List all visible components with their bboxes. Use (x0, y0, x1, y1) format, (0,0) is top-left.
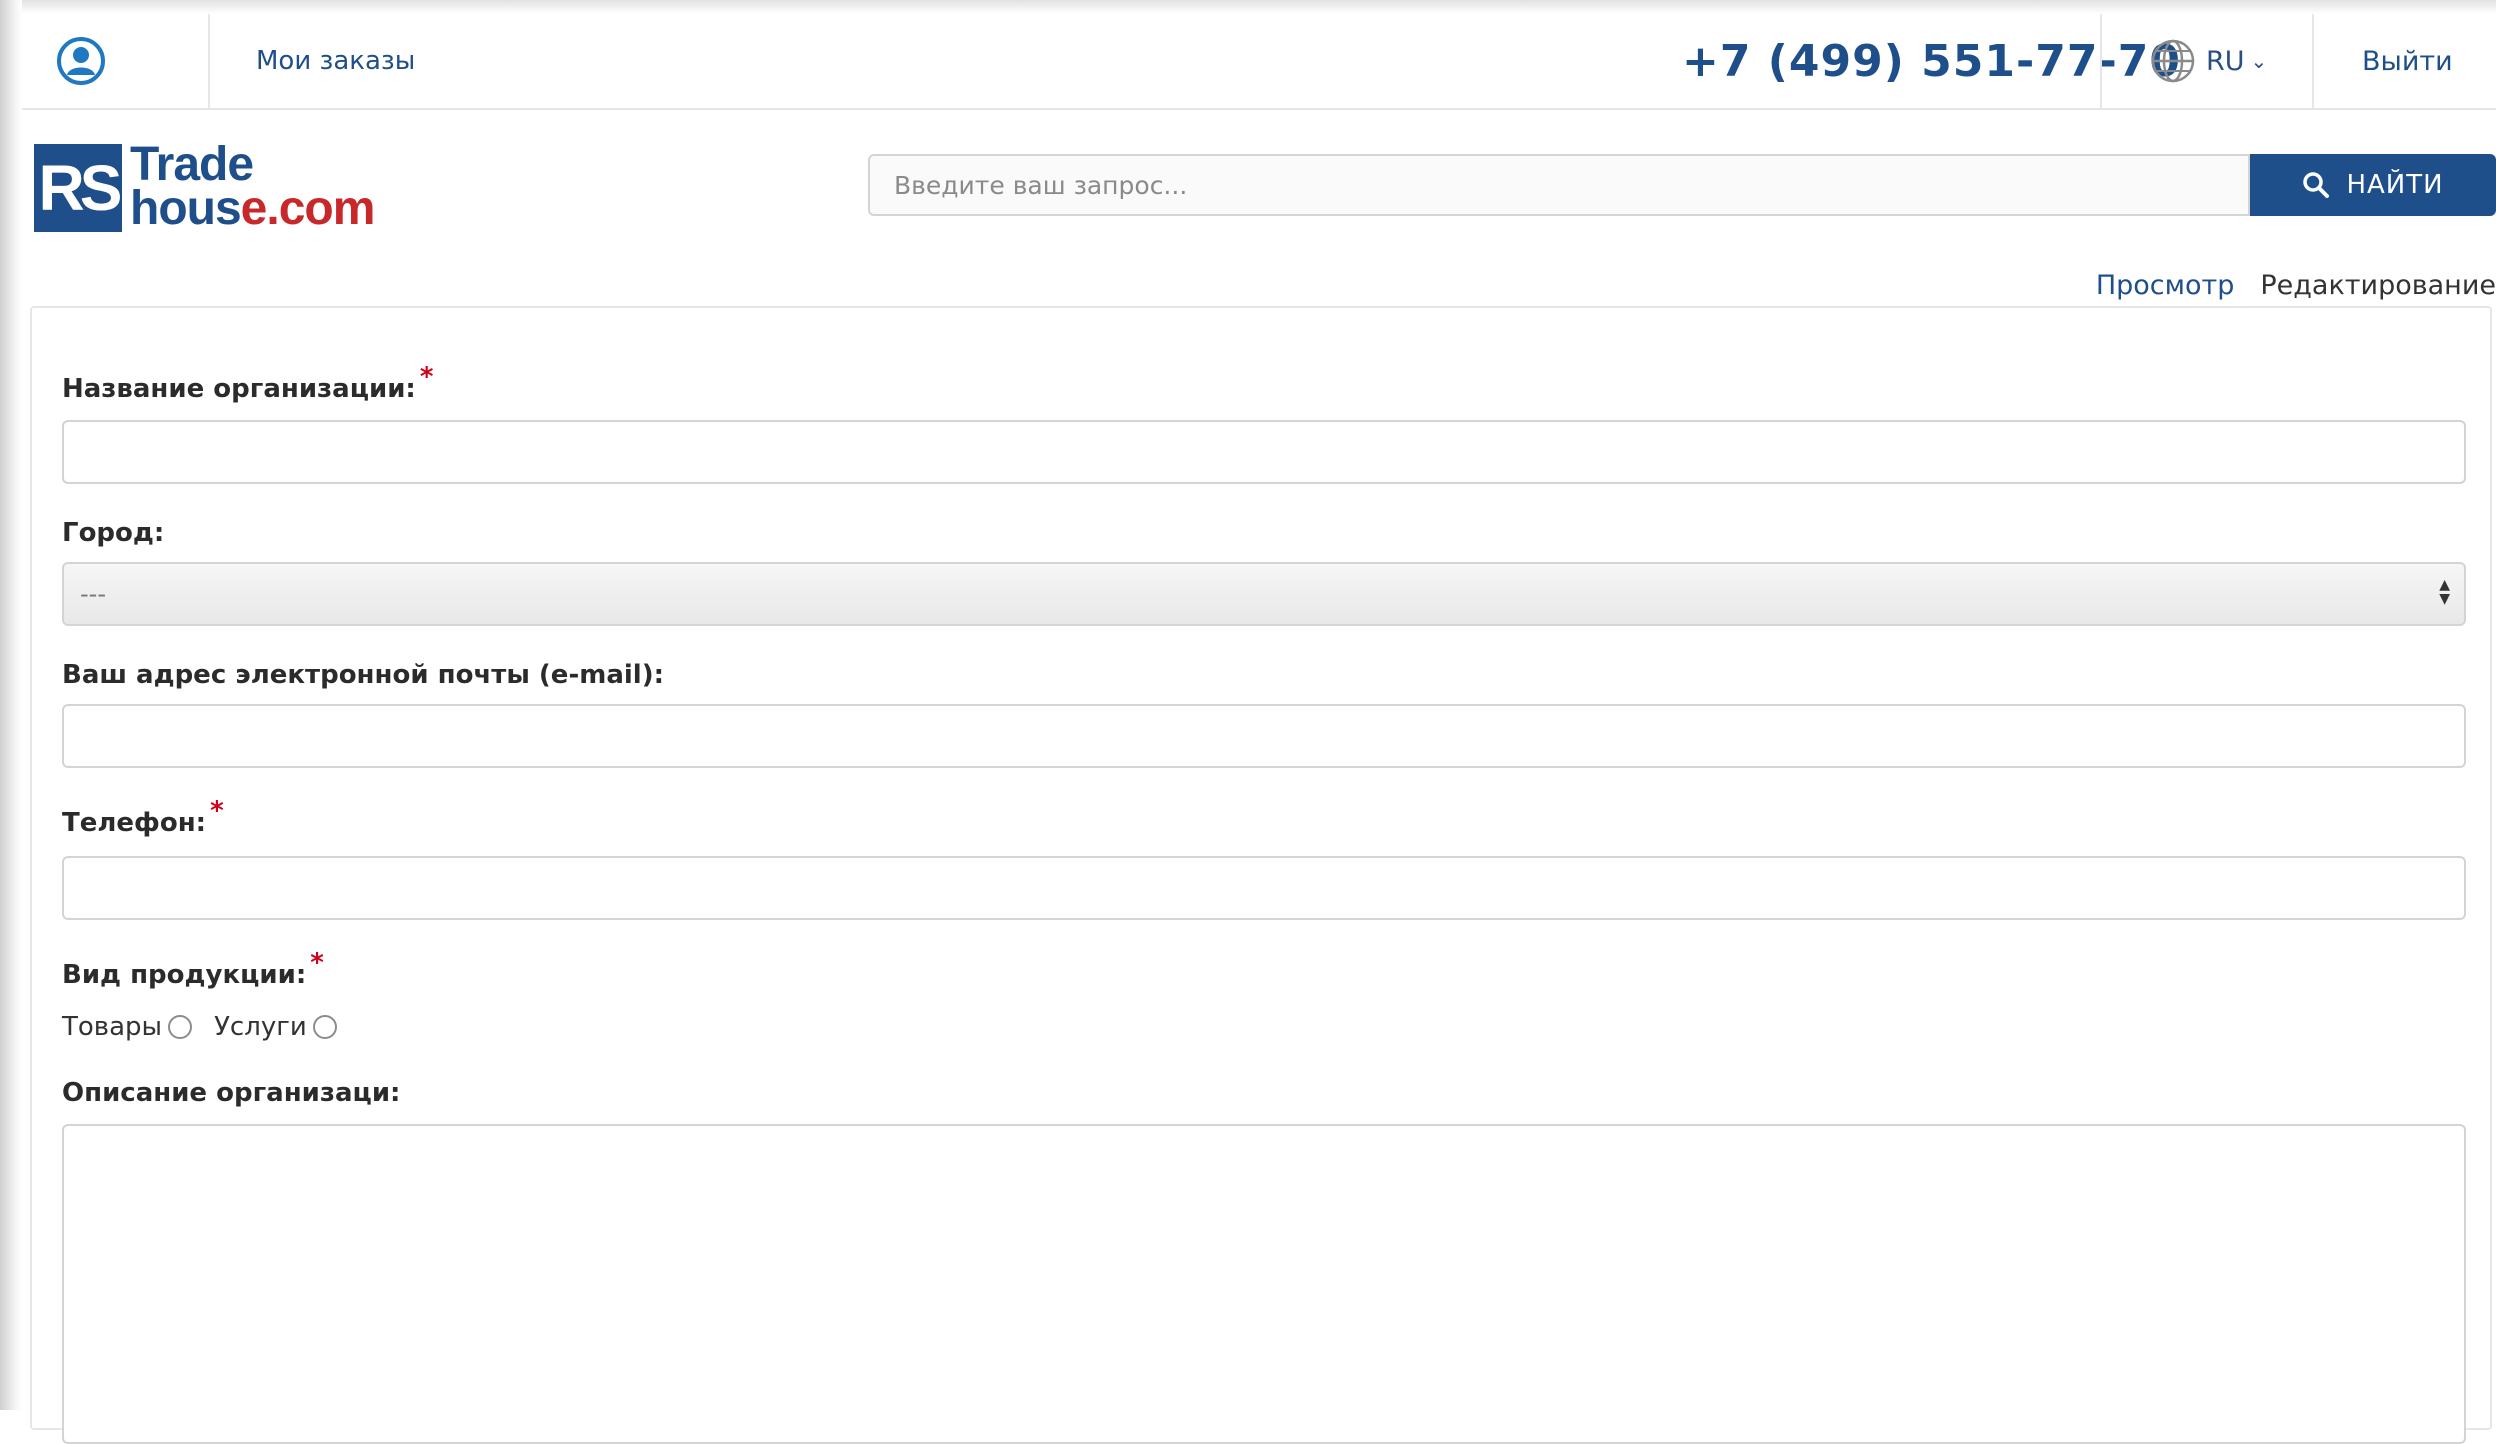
tab-view[interactable]: Просмотр (2096, 270, 2235, 301)
org-name-label: Название организации: * (62, 362, 434, 404)
city-label: Город: (62, 518, 165, 548)
globe-icon (2151, 39, 2195, 83)
description-textarea[interactable] (62, 1124, 2466, 1444)
phone-input[interactable] (62, 856, 2466, 920)
tab-edit[interactable]: Редактирование (2260, 270, 2496, 301)
option-goods-label: Товары (62, 1012, 163, 1042)
window-shadow-top (0, 0, 2496, 14)
search-input[interactable] (868, 154, 2250, 216)
option-goods-radio[interactable] (168, 1015, 193, 1039)
option-services-label: Услуги (214, 1012, 307, 1042)
chevron-down-icon: ⌄ (2250, 49, 2268, 73)
org-name-input[interactable] (62, 420, 2466, 484)
user-icon[interactable] (56, 14, 112, 108)
phone-label: Телефон: * (62, 796, 224, 838)
organization-form: Название организации: * Город: --- ▲ ▼ Ваш… (30, 306, 2492, 1444)
top-bar: Мои заказы +7 (499) 551-77-70 RU ⌄ Выйти (22, 14, 2496, 110)
required-mark: * (210, 796, 224, 826)
search-button[interactable]: НАЙТИ (2250, 154, 2496, 216)
email-input[interactable] (62, 704, 2466, 768)
option-services-radio[interactable] (312, 1015, 337, 1039)
language-selector[interactable]: RU ⌄ (2150, 14, 2267, 108)
logo-text-house: house.com (130, 182, 375, 235)
city-select[interactable]: --- ▲ ▼ (62, 562, 2466, 626)
logout-link[interactable]: Выйти (2362, 14, 2453, 108)
description-label: Описание организаци: (62, 1078, 401, 1108)
mode-tabs: Просмотр Редактирование (2096, 270, 2496, 301)
email-label: Ваш адрес электронной почты (e-mail): (62, 660, 664, 690)
required-mark: * (310, 948, 324, 978)
language-code: RU (2206, 45, 2245, 77)
search-icon (2303, 172, 2330, 198)
window-shadow-left (0, 0, 22, 1410)
my-orders-link[interactable]: Мои заказы (256, 14, 415, 108)
divider (208, 14, 210, 108)
search-button-label: НАЙТИ (2346, 170, 2444, 200)
page: Мои заказы +7 (499) 551-77-70 RU ⌄ Выйти… (22, 14, 2496, 1444)
select-arrows-icon: ▲ ▼ (2439, 577, 2450, 607)
required-mark: * (419, 362, 434, 392)
divider (2312, 14, 2314, 108)
product-type-options: Товары Услуги (62, 1012, 359, 1042)
divider (2100, 14, 2102, 108)
logo-mark: RS (34, 144, 122, 232)
site-logo[interactable]: RS Trade house.com (34, 140, 375, 244)
product-type-label: Вид продукции: * (62, 948, 324, 990)
city-select-value: --- (80, 580, 106, 608)
phone-number: +7 (499) 551-77-70 (1682, 35, 2182, 87)
